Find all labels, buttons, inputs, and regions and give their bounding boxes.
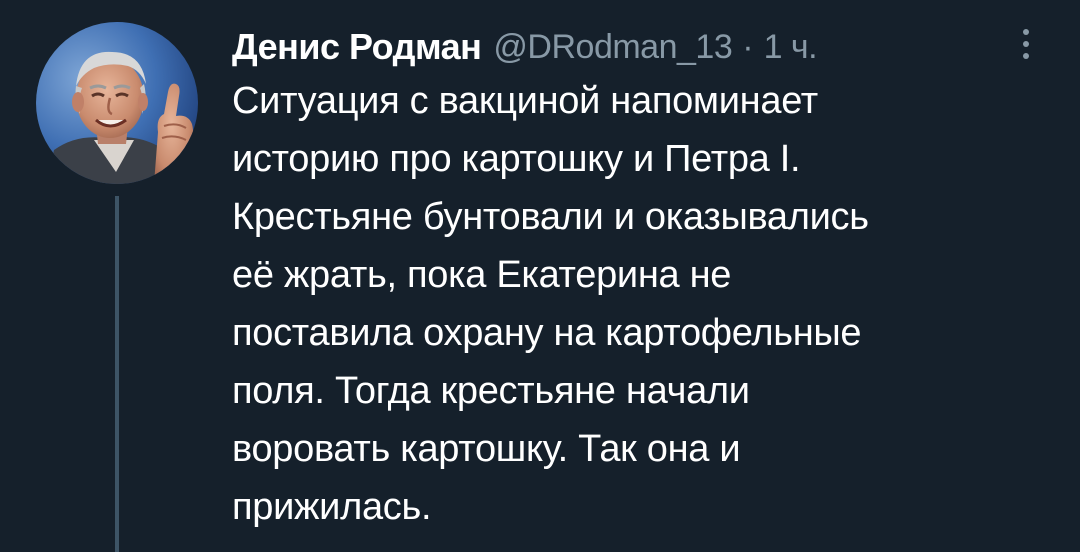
- tweet-text-line: её жрать, пока Екатерина не: [232, 254, 732, 296]
- tweet-timestamp[interactable]: 1 ч.: [764, 28, 818, 67]
- tweet-text-line: Ситуация с вакциной напоминает: [232, 80, 818, 122]
- user-avatar[interactable]: [36, 22, 198, 184]
- tweet-text-line: прижилась.: [232, 486, 432, 528]
- thread-connector-line: [115, 196, 119, 552]
- more-vertical-icon-dot: [1023, 53, 1029, 59]
- user-handle[interactable]: @DRodman_13: [493, 28, 732, 67]
- separator-dot: ·: [742, 27, 754, 66]
- tweet-text-line: поля. Тогда крестьяне начали: [232, 370, 750, 412]
- display-name[interactable]: Денис Родман: [232, 26, 482, 68]
- tweet-header: Денис Родман @DRodman_13 · 1 ч.: [232, 22, 818, 72]
- tweet-text-line: Крестьяне бунтовали и оказывались: [232, 196, 869, 238]
- more-vertical-icon-dot: [1023, 41, 1029, 47]
- tweet-text: Ситуация с вакциной напоминает историю п…: [232, 72, 1062, 536]
- tweet-text-line: поставила охрану на картофельные: [232, 312, 862, 354]
- tweet[interactable]: Денис Родман @DRodman_13 · 1 ч. Ситуация…: [0, 0, 1080, 552]
- tweet-text-line: историю про картошку и Петра I.: [232, 138, 801, 180]
- avatar-photo: [36, 22, 198, 184]
- tweet-text-line: воровать картошку. Так она и: [232, 428, 741, 470]
- more-options-button[interactable]: [1006, 22, 1046, 66]
- more-vertical-icon: [1023, 29, 1029, 35]
